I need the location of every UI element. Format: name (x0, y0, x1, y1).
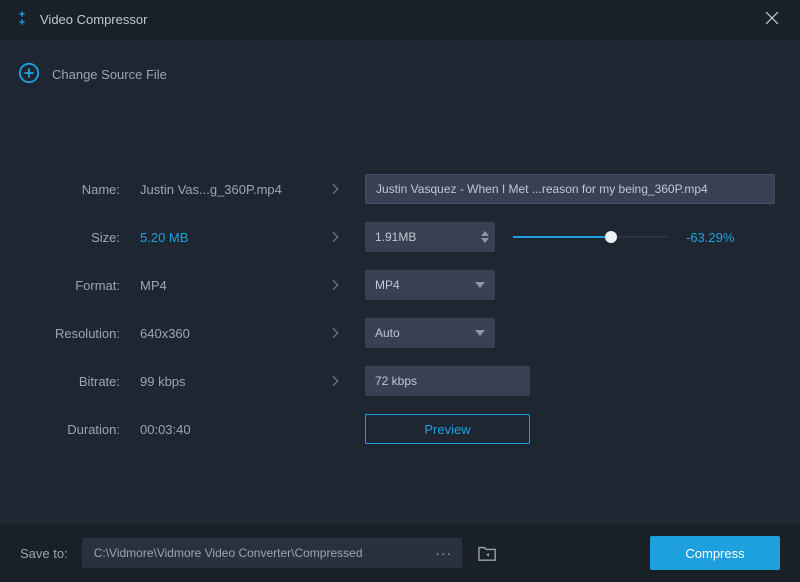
title-left: Video Compressor (14, 10, 147, 29)
plus-circle-icon (18, 62, 40, 87)
target-size-stepper[interactable]: 1.91MB (365, 222, 495, 252)
source-name: Justin Vas...g_360P.mp4 (140, 182, 305, 197)
arrow-icon (315, 373, 355, 389)
browse-button[interactable]: ··· (426, 538, 462, 568)
label-duration: Duration: (30, 422, 130, 437)
source-resolution: 640x360 (140, 326, 305, 341)
resolution-value: Auto (375, 326, 475, 340)
arrow-icon (315, 325, 355, 341)
size-percent: -63.29% (686, 230, 734, 245)
settings-panel: Name: Justin Vas...g_360P.mp4 Justin Vas… (0, 87, 800, 453)
save-path-field[interactable]: C:\Vidmore\Vidmore Video Converter\Compr… (82, 538, 426, 568)
row-size: Size: 5.20 MB 1.91MB -63.29% (30, 213, 770, 261)
label-size: Size: (30, 230, 130, 245)
open-folder-button[interactable] (470, 538, 506, 568)
stepper-up-icon[interactable] (481, 231, 489, 236)
size-slider[interactable] (513, 230, 668, 244)
compress-icon (14, 10, 30, 29)
target-name-text: Justin Vasquez - When I Met ...reason fo… (376, 182, 708, 196)
resolution-dropdown[interactable]: Auto (365, 318, 495, 348)
arrow-icon (315, 181, 355, 197)
preview-button[interactable]: Preview (365, 414, 530, 444)
save-to-label: Save to: (20, 546, 68, 561)
label-name: Name: (30, 182, 130, 197)
format-value: MP4 (375, 278, 475, 292)
save-path-text: C:\Vidmore\Vidmore Video Converter\Compr… (94, 546, 363, 560)
arrow-icon (315, 277, 355, 293)
source-format: MP4 (140, 278, 305, 293)
window-title: Video Compressor (40, 12, 147, 27)
row-resolution: Resolution: 640x360 Auto (30, 309, 770, 357)
bottom-bar: Save to: C:\Vidmore\Vidmore Video Conver… (0, 524, 800, 582)
source-size: 5.20 MB (140, 230, 305, 245)
folder-arrow-icon (477, 544, 499, 562)
row-duration: Duration: 00:03:40 Preview (30, 405, 770, 453)
label-resolution: Resolution: (30, 326, 130, 341)
slider-thumb[interactable] (605, 231, 617, 243)
compress-button[interactable]: Compress (650, 536, 780, 570)
source-bitrate: 99 kbps (140, 374, 305, 389)
target-size-value: 1.91MB (375, 230, 481, 244)
source-duration: 00:03:40 (140, 422, 305, 437)
chevron-down-icon (475, 330, 485, 336)
format-dropdown[interactable]: MP4 (365, 270, 495, 300)
stepper-down-icon[interactable] (481, 238, 489, 243)
label-bitrate: Bitrate: (30, 374, 130, 389)
target-bitrate-field: 72 kbps (365, 366, 530, 396)
change-source-button[interactable]: Change Source File (0, 40, 800, 87)
row-name: Name: Justin Vas...g_360P.mp4 Justin Vas… (30, 165, 770, 213)
arrow-icon (315, 229, 355, 245)
row-format: Format: MP4 MP4 (30, 261, 770, 309)
chevron-down-icon (475, 282, 485, 288)
change-source-label: Change Source File (52, 67, 167, 82)
row-bitrate: Bitrate: 99 kbps 72 kbps (30, 357, 770, 405)
compress-button-label: Compress (685, 546, 744, 561)
target-bitrate-value: 72 kbps (375, 374, 417, 388)
title-bar: Video Compressor (0, 0, 800, 40)
target-name-field[interactable]: Justin Vasquez - When I Met ...reason fo… (365, 174, 775, 204)
close-button[interactable] (758, 4, 786, 35)
label-format: Format: (30, 278, 130, 293)
dots-icon: ··· (435, 545, 452, 561)
slider-fill (513, 236, 611, 238)
stepper-arrows (481, 231, 489, 243)
preview-button-label: Preview (424, 422, 470, 437)
